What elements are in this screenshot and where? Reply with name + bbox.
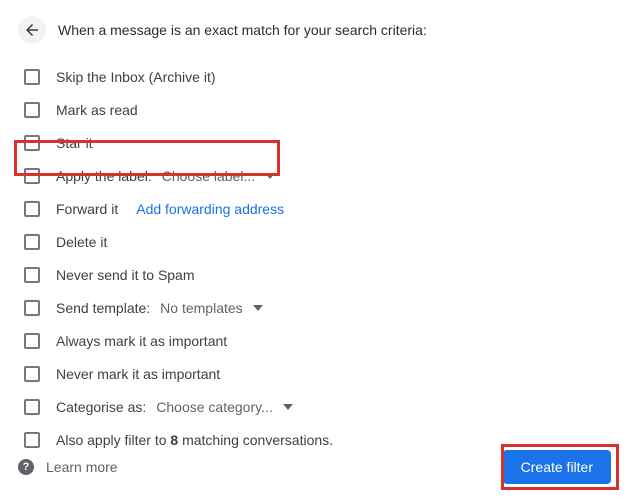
checkbox-always-important[interactable] [24,333,40,349]
checkbox-delete[interactable] [24,234,40,250]
option-categorise: Categorise as: Choose category... [24,390,611,423]
label-never-important: Never mark it as important [56,366,220,382]
checkbox-send-template[interactable] [24,300,40,316]
checkbox-mark-read[interactable] [24,102,40,118]
dropdown-templates[interactable]: No templates [156,300,266,316]
dropdown-category[interactable]: Choose category... [152,399,296,415]
option-star: Star it [24,126,611,159]
checkbox-apply-label[interactable] [24,168,40,184]
label-never-spam: Never send it to Spam [56,267,195,283]
checkbox-categorise[interactable] [24,399,40,415]
label-delete: Delete it [56,234,107,250]
label-also-apply: Also apply filter to 8 matching conversa… [56,432,333,448]
checkbox-skip-inbox[interactable] [24,69,40,85]
option-mark-read: Mark as read [24,93,611,126]
add-forwarding-link[interactable]: Add forwarding address [136,201,284,217]
caret-down-icon [253,303,263,313]
option-delete: Delete it [24,225,611,258]
label-categorise: Categorise as: [56,399,146,415]
footer: ? Learn more Create filter [18,450,611,484]
options-list: Skip the Inbox (Archive it) Mark as read… [24,60,611,456]
also-apply-post: matching conversations. [178,432,333,448]
checkbox-star[interactable] [24,135,40,151]
create-filter-button[interactable]: Create filter [503,450,611,484]
checkbox-forward[interactable] [24,201,40,217]
option-send-template: Send template: No templates [24,291,611,324]
label-forward: Forward it [56,201,118,217]
option-forward: Forward it Add forwarding address [24,192,611,225]
header-text: When a message is an exact match for you… [58,22,427,38]
learn-more-group: ? Learn more [18,459,118,475]
dropdown-category-text: Choose category... [156,399,272,415]
dropdown-choose-label[interactable]: Choose label... [158,168,279,184]
learn-more-link[interactable]: Learn more [46,459,118,475]
arrow-left-icon [23,21,41,39]
option-never-spam: Never send it to Spam [24,258,611,291]
also-apply-pre: Also apply filter to [56,432,170,448]
option-skip-inbox: Skip the Inbox (Archive it) [24,60,611,93]
caret-down-icon [283,402,293,412]
label-send-template: Send template: [56,300,150,316]
option-apply-label: Apply the label: Choose label... [24,159,611,192]
label-skip-inbox: Skip the Inbox (Archive it) [56,69,216,85]
header-row: When a message is an exact match for you… [18,16,611,44]
option-never-important: Never mark it as important [24,357,611,390]
label-star: Star it [56,135,93,151]
back-button[interactable] [18,16,46,44]
caret-down-icon [265,171,275,181]
label-always-important: Always mark it as important [56,333,227,349]
dropdown-templates-text: No templates [160,300,242,316]
checkbox-never-spam[interactable] [24,267,40,283]
checkbox-never-important[interactable] [24,366,40,382]
option-always-important: Always mark it as important [24,324,611,357]
help-icon[interactable]: ? [18,459,34,475]
label-mark-read: Mark as read [56,102,138,118]
label-apply-label: Apply the label: [56,168,152,184]
checkbox-also-apply[interactable] [24,432,40,448]
dropdown-choose-label-text: Choose label... [162,168,255,184]
